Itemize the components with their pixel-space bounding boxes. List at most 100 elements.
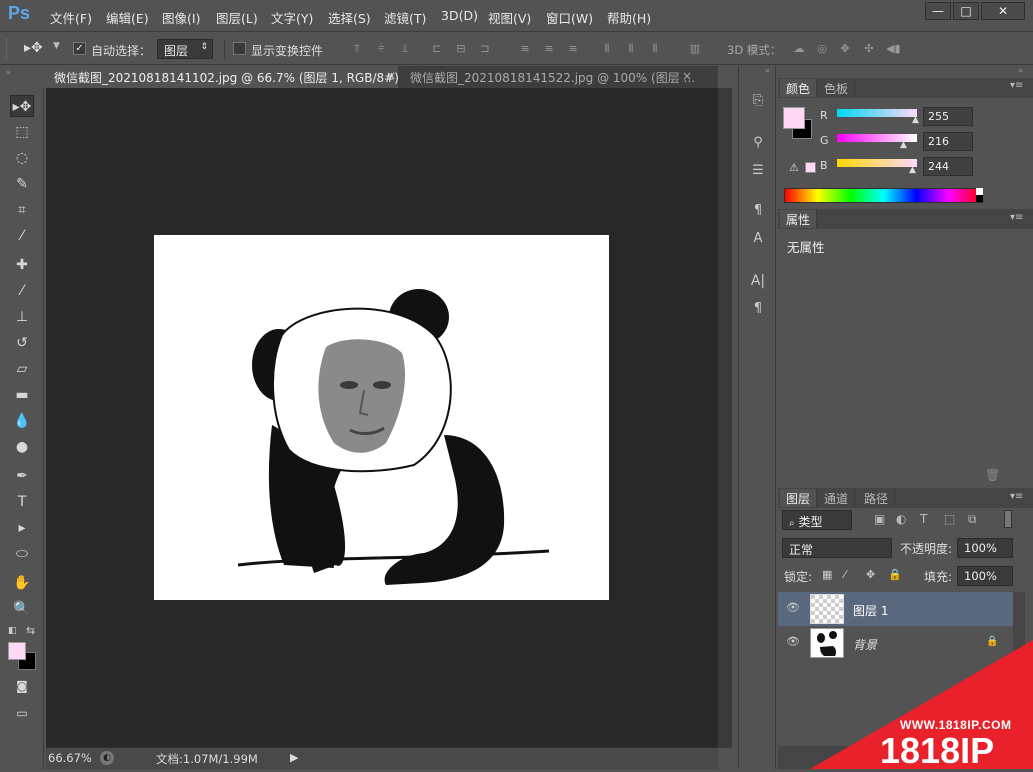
clone-stamp-tool-icon[interactable]: ⊥ [10,306,34,328]
auto-select-checkbox[interactable]: ✓ [73,42,86,55]
fill-input[interactable]: 100% [957,566,1013,586]
crop-tool-icon[interactable]: ⌗ [10,199,34,221]
minimize-button[interactable]: — [925,2,951,20]
auto-select-dropdown[interactable]: 图层 ⇕ [157,39,213,59]
blur-tool-icon[interactable]: 💧 [10,410,34,432]
color-panel-fg-swatch[interactable] [783,107,805,129]
menu-window[interactable]: 窗口(W) [546,8,593,27]
menu-file[interactable]: 文件(F) [50,8,92,27]
character-icon[interactable]: ¶ [748,201,768,221]
tab-properties[interactable]: 属性 [780,210,818,228]
align-vcenter-icon[interactable]: ⫩ [374,43,388,55]
slider-thumb-icon[interactable]: ▲ [900,140,907,150]
color-spectrum-bar[interactable] [784,188,983,203]
menu-help[interactable]: 帮助(H) [607,8,651,27]
align-left-icon[interactable]: ⊏ [430,43,444,55]
screen-mode-icon[interactable]: ▭ [10,702,34,724]
3d-slide-icon[interactable]: ✣ [862,43,876,55]
marquee-tool-icon[interactable]: ⬚ [10,121,34,143]
tab-color[interactable]: 颜色 [780,79,818,97]
healing-brush-tool-icon[interactable]: ✚ [10,254,34,276]
quick-mask-icon[interactable]: ◙ [10,675,34,697]
align-top-icon[interactable]: ⫪ [350,43,364,55]
lock-pixels-icon[interactable]: ⁄ [844,568,846,581]
channel-b-value[interactable]: 244 [923,157,973,176]
layer-name[interactable]: 图层 1 [853,602,888,619]
ellipse-tool-icon[interactable]: ⬭ [10,543,34,565]
menu-layer[interactable]: 图层(L) [216,8,258,27]
white-swatch[interactable] [976,188,983,195]
trash-icon[interactable]: 🗑 [985,468,1000,482]
black-swatch[interactable] [976,195,983,202]
filter-pixel-icon[interactable]: ▣ [874,512,885,526]
filter-adjustment-icon[interactable]: ◐ [896,512,906,526]
3d-pan-icon[interactable]: ✥ [838,43,852,55]
brush-tool-icon[interactable]: ⁄ [10,280,34,302]
menu-select[interactable]: 选择(S) [328,8,371,27]
hand-tool-icon[interactable]: ✋ [10,572,34,594]
gradient-tool-icon[interactable]: ▬ [10,384,34,406]
distribute-bottom-icon[interactable]: ≡ [566,43,580,55]
foreground-color-swatch[interactable] [8,642,26,660]
move-tool-icon[interactable]: ▸✥ [24,40,43,56]
blend-mode-dropdown[interactable]: 正常 [782,538,892,558]
tab-paths[interactable]: 路径 [858,489,896,507]
menu-view[interactable]: 视图(V) [488,8,531,27]
type-tool-icon[interactable]: T [10,491,34,513]
warning-icon[interactable]: ⚠ [789,161,799,174]
tab-layers[interactable]: 图层 [780,489,818,507]
menu-image[interactable]: 图像(I) [162,8,200,27]
brush-panel-icon[interactable]: ⚲ [748,133,768,153]
show-transform-checkbox[interactable] [233,42,246,55]
align-hcenter-icon[interactable]: ⊟ [454,43,468,55]
channel-g-value[interactable]: 216 [923,132,973,151]
filter-smart-object-icon[interactable]: ⧉ [968,512,977,527]
type-panel-icon[interactable]: A| [748,271,768,291]
brush-presets-icon[interactable]: ☰ [748,161,768,181]
tab-swatches[interactable]: 色板 [818,79,856,97]
distribute-top-icon[interactable]: ≡ [518,43,532,55]
tab-document-2[interactable]: 微信截图_20210818141522.jpg @ 100% (图层 ... [402,66,694,88]
filter-shape-icon[interactable]: ⬚ [944,512,955,526]
web-safe-swatch[interactable] [805,162,816,173]
menu-filter[interactable]: 滤镜(T) [384,8,426,27]
3d-rotate-icon[interactable]: ☁ [790,43,808,55]
distribute-hcenter-icon[interactable]: ⦀ [624,43,638,55]
restore-button[interactable]: □ [953,2,979,20]
tab-channels[interactable]: 通道 [818,489,856,507]
dodge-tool-icon[interactable]: ● [10,436,34,458]
collapse-icon[interactable]: « [765,66,770,75]
menu-type[interactable]: 文字(Y) [271,8,313,27]
slider-thumb-icon[interactable]: ▲ [909,165,916,175]
auto-align-icon[interactable]: ▥ [688,43,702,55]
channel-r-slider[interactable] [837,109,917,117]
channel-b-slider[interactable] [837,159,917,167]
panel-menu-icon[interactable]: ▾≡ [1010,212,1023,223]
slider-thumb-icon[interactable]: ▲ [912,115,919,125]
zoom-level[interactable]: 66.67% [48,751,92,765]
history-brush-tool-icon[interactable]: ↺ [10,332,34,354]
distribute-vcenter-icon[interactable]: ≡ [542,43,556,55]
tab-close-icon[interactable]: × [386,69,396,83]
align-bottom-icon[interactable]: ⫫ [398,43,412,55]
tab-document-1[interactable]: 微信截图_20210818141102.jpg @ 66.7% (图层 1, R… [46,66,398,88]
zoom-tool-icon[interactable]: 🔍 [10,598,34,620]
visibility-eye-icon[interactable]: 👁 [786,601,800,614]
distribute-right-icon[interactable]: ⦀ [648,43,662,55]
3d-roll-icon[interactable]: ◎ [815,43,829,55]
filter-type-icon[interactable]: T [920,512,927,526]
menu-edit[interactable]: 编辑(E) [106,8,149,27]
tab-close-icon[interactable]: × [682,69,692,83]
opacity-input[interactable]: 100% [957,538,1013,558]
channel-r-value[interactable]: 255 [923,107,973,126]
status-info-icon[interactable]: ◐ [100,751,114,765]
collapse-icon[interactable]: » [1018,66,1023,75]
align-right-icon[interactable]: ⊐ [478,43,492,55]
pen-tool-icon[interactable]: ✒ [10,465,34,487]
play-icon[interactable]: ▶ [290,751,298,764]
history-icon[interactable]: ⎘ [748,91,768,111]
path-select-tool-icon[interactable]: ▸ [10,517,34,539]
close-button[interactable]: ✕ [981,2,1025,20]
eyedropper-tool-icon[interactable]: ⁄ [10,225,34,247]
chevron-down-icon[interactable]: ▼ [53,41,60,51]
